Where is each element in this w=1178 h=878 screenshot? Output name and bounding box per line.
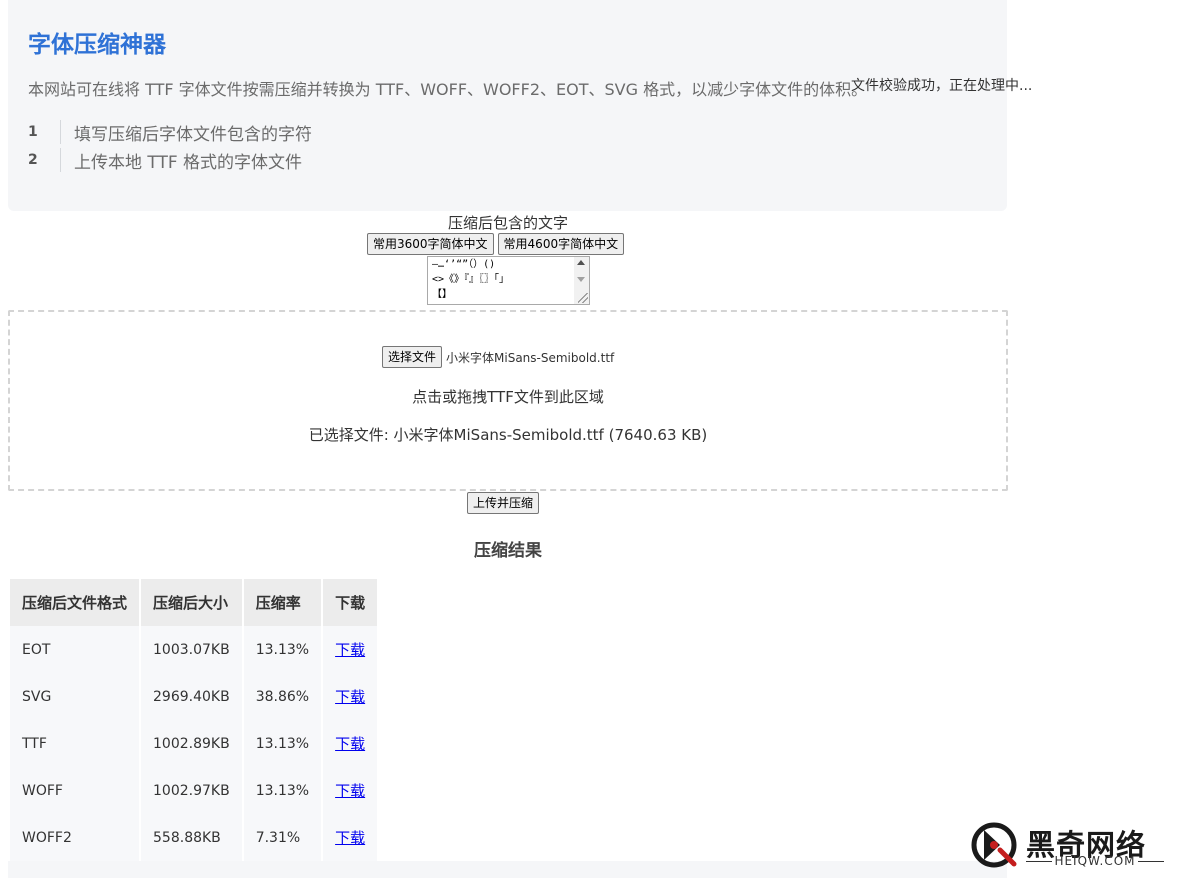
upload-compress-button[interactable]: 上传并压缩 — [467, 492, 540, 514]
download-link-woff2[interactable]: 下载 — [335, 829, 365, 847]
results-title: 压缩结果 — [474, 541, 542, 561]
header-format: 压缩后文件格式 — [10, 579, 140, 626]
steps-list: 1 填写压缩后字体文件包含的字符 2 上传本地 TTF 格式的字体文件 — [28, 118, 312, 174]
header-ratio: 压缩率 — [243, 579, 322, 626]
results-table: 压缩后文件格式 压缩后大小 压缩率 下载 EOT 1003.07KB 13.13… — [8, 579, 379, 861]
step-number: 2 — [28, 152, 38, 168]
preset-buttons: 常用3600字简体中文 常用4600字简体中文 — [367, 233, 625, 255]
file-dropzone[interactable]: 选择文件 小米字体MiSans-Semibold.ttf 点击或拖拽TTF文件到… — [8, 310, 1008, 491]
intro-panel: 字体压缩神器 本网站可在线将 TTF 字体文件按需压缩并转换为 TTF、WOFF… — [8, 0, 1007, 211]
cell-size: 2969.40KB — [141, 673, 242, 720]
cell-download: 下载 — [323, 720, 378, 767]
cell-size: 558.88KB — [141, 814, 242, 861]
page-title: 字体压缩神器 — [28, 32, 166, 58]
chars-textarea-wrapper: —…‘’“”（）() <>《》『』〖〗「」 【】 — [427, 256, 590, 305]
chosen-file-name: 小米字体MiSans-Semibold.ttf — [446, 350, 615, 365]
step-text: 填写压缩后字体文件包含的字符 — [74, 124, 312, 145]
table-row: TTF 1002.89KB 13.13% 下载 — [10, 720, 378, 767]
step-divider — [60, 120, 61, 144]
table-row: EOT 1003.07KB 13.13% 下载 — [10, 626, 378, 673]
cell-size: 1003.07KB — [141, 626, 242, 673]
chars-label: 压缩后包含的文字 — [447, 214, 568, 232]
cell-download: 下载 — [323, 626, 378, 673]
watermark-domain: HEIQW.COM — [1026, 854, 1164, 868]
cell-ratio: 13.13% — [243, 767, 322, 814]
cell-ratio: 38.86% — [243, 673, 322, 720]
step-number: 1 — [28, 124, 38, 140]
table-row: SVG 2969.40KB 38.86% 下载 — [10, 673, 378, 720]
scroll-up-arrow-icon[interactable] — [577, 260, 585, 265]
chars-textarea[interactable]: —…‘’“”（）() <>《》『』〖〗「」 【】 — [428, 257, 574, 304]
download-link-ttf[interactable]: 下载 — [335, 735, 365, 753]
heiqw-logo-icon — [971, 822, 1017, 868]
choose-file-button[interactable]: 选择文件 — [382, 346, 443, 368]
status-message: 文件校验成功，正在处理中... — [851, 78, 1033, 94]
table-header-row: 压缩后文件格式 压缩后大小 压缩率 下载 — [10, 579, 378, 626]
download-link-eot[interactable]: 下载 — [335, 641, 365, 659]
resize-grip-icon[interactable] — [578, 293, 588, 303]
cell-ratio: 13.13% — [243, 720, 322, 767]
download-link-woff[interactable]: 下载 — [335, 782, 365, 800]
download-link-svg[interactable]: 下载 — [335, 688, 365, 706]
footer-band — [8, 861, 1007, 878]
cell-format: EOT — [10, 626, 140, 673]
table-row: WOFF2 558.88KB 7.31% 下载 — [10, 814, 378, 861]
step-item: 2 上传本地 TTF 格式的字体文件 — [28, 146, 312, 174]
cell-ratio: 7.31% — [243, 814, 322, 861]
watermark: 黑奇网络 HEIQW.COM — [970, 820, 1170, 870]
page-description: 本网站可在线将 TTF 字体文件按需压缩并转换为 TTF、WOFF、WOFF2、… — [28, 80, 868, 99]
upload-row: 上传并压缩 — [467, 492, 540, 514]
selected-file-info: 已选择文件: 小米字体MiSans-Semibold.ttf (7640.63 … — [308, 426, 708, 444]
cell-download: 下载 — [323, 814, 378, 861]
scroll-down-arrow-icon[interactable] — [577, 277, 585, 282]
drop-hint: 点击或拖拽TTF文件到此区域 — [412, 388, 604, 406]
file-input-row: 选择文件 小米字体MiSans-Semibold.ttf — [382, 346, 614, 368]
cell-download: 下载 — [323, 673, 378, 720]
step-text: 上传本地 TTF 格式的字体文件 — [74, 152, 303, 173]
table-row: WOFF 1002.97KB 13.13% 下载 — [10, 767, 378, 814]
cell-download: 下载 — [323, 767, 378, 814]
cell-format: WOFF — [10, 767, 140, 814]
cell-size: 1002.97KB — [141, 767, 242, 814]
cell-format: TTF — [10, 720, 140, 767]
step-item: 1 填写压缩后字体文件包含的字符 — [28, 118, 312, 146]
header-download: 下载 — [323, 579, 378, 626]
cell-size: 1002.89KB — [141, 720, 242, 767]
cell-ratio: 13.13% — [243, 626, 322, 673]
step-divider — [60, 148, 61, 172]
cell-format: SVG — [10, 673, 140, 720]
preset-4600-button[interactable]: 常用4600字简体中文 — [497, 233, 625, 255]
preset-3600-button[interactable]: 常用3600字简体中文 — [367, 233, 494, 255]
header-size: 压缩后大小 — [141, 579, 242, 626]
cell-format: WOFF2 — [10, 814, 140, 861]
